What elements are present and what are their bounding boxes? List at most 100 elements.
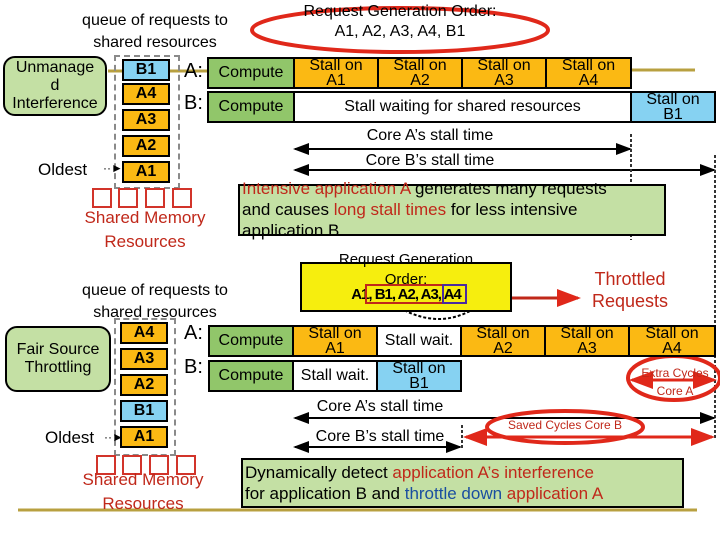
segment-text: Stall wait. xyxy=(300,367,370,384)
segment-text: Compute xyxy=(218,98,284,115)
core-a-label: A: xyxy=(184,60,203,82)
note-text: and causes xyxy=(242,200,334,219)
note-text: application B xyxy=(242,221,340,240)
timeline-segment: Stall wait. xyxy=(292,360,378,392)
queue-item: A1 xyxy=(122,161,170,183)
extra-cycles-line: Extra Cycles xyxy=(641,366,709,380)
timeline-segment: Stall on A2 xyxy=(377,57,463,89)
policy-line: Throttling xyxy=(24,359,92,376)
core-b-label: B: xyxy=(184,92,203,114)
note-text: for application B and xyxy=(245,484,405,503)
segment-text: Stall on xyxy=(560,325,614,342)
segment-text: Stall on xyxy=(309,57,363,74)
segment-text: Stall on xyxy=(561,57,616,74)
policy-label-fst: Fair Source Throttling xyxy=(5,326,111,392)
oldest-arrow-icon: ··► xyxy=(103,161,123,175)
timeline-segment: Compute xyxy=(207,91,295,123)
policy-line: Unmanage xyxy=(15,59,95,76)
note-highlight: long stall times xyxy=(333,200,447,219)
extra-cycles-line: Core A xyxy=(656,384,694,398)
timeline-segment: Stall waiting for shared resources xyxy=(293,91,632,123)
queue-item: A4 xyxy=(122,83,170,105)
memory-bank-icon xyxy=(92,188,112,208)
memory-label-bottom: Shared Memory Resources xyxy=(58,468,228,516)
order-value: A1, A2, A3, A4, B1 xyxy=(334,23,466,40)
note-accent: throttle down xyxy=(404,484,503,503)
timeline-segment: Stall on A4 xyxy=(545,57,632,89)
saved-cycles-label: Saved Cycles Core B xyxy=(507,418,623,432)
queue-item: A4 xyxy=(120,322,168,344)
timeline-segment: Stall on A3 xyxy=(544,325,630,357)
policy-line: Fair Source xyxy=(16,341,100,358)
oldest-label-top: Oldest xyxy=(38,160,88,179)
oldest-arrow-icon: ··► xyxy=(104,430,124,444)
timeline-segment: Stall on B1 xyxy=(630,91,716,123)
segment-text: A2 xyxy=(493,340,513,357)
segment-text: A4 xyxy=(662,340,682,357)
queue-item: A2 xyxy=(120,374,168,396)
segment-text: B1 xyxy=(663,106,683,123)
segment-text: A4 xyxy=(578,72,599,89)
core-a-stall-label-bottom: Core A’s stall time xyxy=(316,398,444,415)
timeline-segment: Compute xyxy=(208,360,294,392)
policy-label-unmanaged: Unmanage d Interference xyxy=(3,56,107,116)
memory-label-top: Shared Memory Resources xyxy=(60,206,230,254)
memory-bank-icon xyxy=(172,188,192,208)
timeline-segment: Stall on A1 xyxy=(293,57,379,89)
segment-text: Compute xyxy=(218,64,284,81)
segment-text: A3 xyxy=(577,340,597,357)
policy-line: d xyxy=(50,77,60,94)
throttled-line: Throttled xyxy=(594,269,666,289)
segment-text: A1 xyxy=(325,340,345,357)
queue-item: B1 xyxy=(120,400,168,422)
oldest-label-bottom: Oldest xyxy=(45,428,95,447)
timeline-segment: Stall on B1 xyxy=(376,360,462,392)
note-text: Dynamically detect xyxy=(245,463,393,482)
timeline-segment: Stall wait. xyxy=(376,325,462,357)
policy-line: Interference xyxy=(12,95,98,112)
throttled-requests-label: Throttled Requests xyxy=(570,268,690,312)
queue-title-line: shared resources xyxy=(93,34,217,51)
segment-text: Compute xyxy=(218,367,284,384)
core-b-stall-label-top: Core B’s stall time xyxy=(365,152,495,169)
extra-cycles-label: Extra Cycles Core A xyxy=(630,364,720,400)
queue-item: B1 xyxy=(122,59,170,81)
queue-title-line: queue of requests to xyxy=(82,12,228,29)
throttled-line: Requests xyxy=(591,291,669,311)
segment-text: Stall on xyxy=(646,91,700,108)
segment-text: Compute xyxy=(218,332,284,349)
segment-text: Stall on xyxy=(476,325,530,342)
timeline-segment: Compute xyxy=(208,325,294,357)
request-queue-top: B1 A4 A3 A2 A1 xyxy=(114,55,180,189)
note-text: for less intensive xyxy=(446,200,578,219)
core-a-label-bottom: A: xyxy=(184,322,203,344)
queue-title-line: queue of requests to xyxy=(82,282,228,299)
timeline-segment: Stall on A3 xyxy=(461,57,547,89)
queue-item: A2 xyxy=(122,135,170,157)
note-top: Intensive application A generates many r… xyxy=(238,179,666,240)
segment-text: A3 xyxy=(494,72,514,89)
memory-line: Resources xyxy=(104,232,186,251)
segment-text: B1 xyxy=(409,375,429,392)
segment-text: Stall on xyxy=(477,57,531,74)
segment-text: Stall on xyxy=(308,325,362,342)
segment-text: A2 xyxy=(410,72,430,89)
queue-item: A3 xyxy=(122,109,170,131)
order-top: Request Generation Order: A1, A2, A3, A4… xyxy=(270,2,530,42)
segment-text: A1 xyxy=(326,72,346,89)
note-bottom: Dynamically detect application A’s inter… xyxy=(241,458,684,508)
core-a-stall-label-top: Core A’s stall time xyxy=(366,127,494,144)
timeline-segment: Stall on A4 xyxy=(628,325,716,357)
core-b-label-bottom: B: xyxy=(184,356,203,378)
queue-item: A1 xyxy=(120,426,168,448)
timeline-segment: Stall on A2 xyxy=(460,325,546,357)
timeline-segment: Compute xyxy=(207,57,295,89)
order-title-line: Request Generation xyxy=(338,251,474,268)
note-text: generates many requests xyxy=(410,179,607,198)
segment-text: Stall on xyxy=(393,57,447,74)
memory-line: Shared Memory xyxy=(82,470,204,489)
note-highlight: application A xyxy=(506,484,604,503)
memory-bank-icon xyxy=(118,188,138,208)
segment-text: Stall on xyxy=(392,360,446,377)
order-title: Request Generation Order: xyxy=(303,3,497,20)
